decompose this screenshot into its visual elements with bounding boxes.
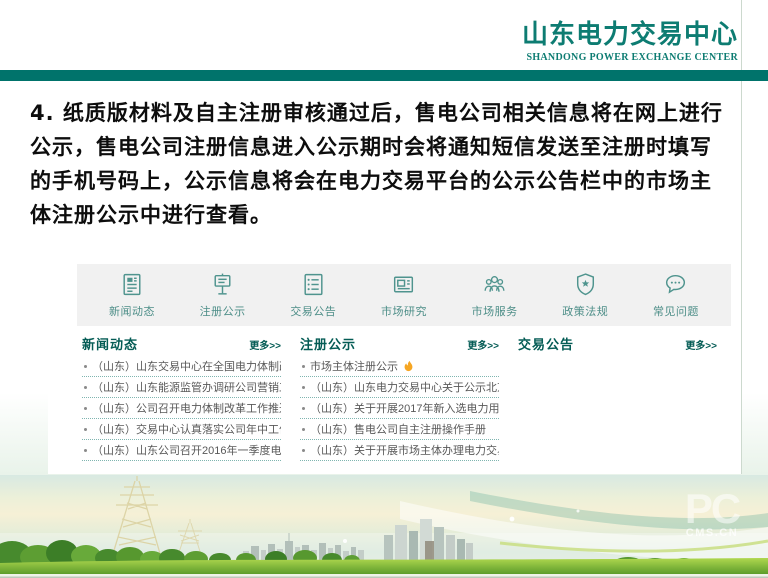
nav-item-label: 新闻动态 xyxy=(109,303,155,319)
list-item[interactable]: （山东）山东能源监管办调研公司营销工作 xyxy=(82,377,281,398)
header-divider-bar xyxy=(0,70,768,81)
list-item[interactable]: （山东）公司召开电力体制改革工作推进会 xyxy=(82,398,281,419)
column-title: 交易公告 xyxy=(518,334,574,353)
shield-star-icon xyxy=(572,271,599,298)
bullet-icon xyxy=(302,386,305,389)
placard-icon xyxy=(209,271,236,298)
paragraph-line: 4. 纸质版材料及自主注册审核通过后，售电公司相关信息将在网上进行 xyxy=(30,96,746,130)
bullet-icon xyxy=(84,386,87,389)
body-paragraph: 4. 纸质版材料及自主注册审核通过后，售电公司相关信息将在网上进行 公示，售电公… xyxy=(30,96,746,232)
paragraph-line: 体注册公示中进行查看。 xyxy=(30,198,746,232)
list-icon xyxy=(300,271,327,298)
logo-subtitle: SHANDONG POWER EXCHANGE CENTER xyxy=(522,52,738,63)
chat-dots-icon xyxy=(662,271,689,298)
bullet-icon xyxy=(302,449,305,452)
nav-item-market-research[interactable]: 市场研究 xyxy=(365,271,443,319)
footer-landscape-art: PC CMS.CN xyxy=(0,475,768,578)
portal-columns: 新闻动态 更多>> （山东）山东交易中心在全国电力体制改革座谈会上 （山东）山东… xyxy=(77,334,731,461)
nav-item-label: 政策法规 xyxy=(562,303,608,319)
flame-icon xyxy=(403,360,414,372)
column-news: 新闻动态 更多>> （山东）山东交易中心在全国电力体制改革座谈会上 （山东）山东… xyxy=(77,334,295,461)
column-trade-notice: 交易公告 更多>> xyxy=(513,334,731,461)
more-link[interactable]: 更多>> xyxy=(249,337,281,352)
bullet-icon xyxy=(302,407,305,410)
logo-title: 山东电力交易中心 xyxy=(522,20,738,50)
more-link[interactable]: 更多>> xyxy=(467,337,499,352)
bullet-icon xyxy=(84,407,87,410)
watermark-main: PC xyxy=(660,487,764,531)
newspaper-icon xyxy=(390,271,417,298)
logo: 山东电力交易中心 SHANDONG POWER EXCHANGE CENTER xyxy=(522,20,738,63)
list-item[interactable]: （山东）售电公司自主注册操作手册 xyxy=(300,419,499,440)
portal-screenshot: 新闻动态 注册公示 交易公告 xyxy=(77,264,731,461)
list-item[interactable]: （山东）山东电力交易中心关于公示北京电力交易中 xyxy=(300,377,499,398)
nav-item-label: 市场研究 xyxy=(381,303,427,319)
list-item[interactable]: （山东）山东公司召开2016年一季度电力市场交易信 xyxy=(82,440,281,461)
landscape-illustration xyxy=(0,475,768,578)
nav-item-trade-notice[interactable]: 交易公告 xyxy=(274,271,352,319)
column-title: 新闻动态 xyxy=(82,334,138,353)
column-header: 注册公示 更多>> xyxy=(300,334,499,353)
news-icon xyxy=(119,271,146,298)
more-link[interactable]: 更多>> xyxy=(685,337,717,352)
column-header: 新闻动态 更多>> xyxy=(82,334,281,353)
nav-item-label: 市场服务 xyxy=(472,303,518,319)
nav-item-label: 常见问题 xyxy=(653,303,699,319)
watermark-sub: CMS.CN xyxy=(660,527,764,539)
column-registration: 注册公示 更多>> 市场主体注册公示 （山东）山东电力交易中心关于公示北京电力交… xyxy=(295,334,513,461)
portal-nav-bar: 新闻动态 注册公示 交易公告 xyxy=(77,264,731,326)
bullet-icon xyxy=(302,365,305,368)
list-item[interactable]: （山东）关于开展市场主体办理电力交易平台CFCA xyxy=(300,440,499,461)
grass-art xyxy=(0,558,768,578)
list-item[interactable]: （山东）关于开展2017年新入选电力用户进行电力交 xyxy=(300,398,499,419)
nav-item-label: 交易公告 xyxy=(290,303,336,319)
watermark: PC CMS.CN xyxy=(660,487,764,539)
list-item[interactable]: （山东）山东交易中心在全国电力体制改革座谈会上 xyxy=(82,356,281,377)
nav-item-policy[interactable]: 政策法规 xyxy=(546,271,624,319)
list-item[interactable]: （山东）交易中心认真落实公司年中工作会议精神 xyxy=(82,419,281,440)
list-item[interactable]: 市场主体注册公示 xyxy=(300,356,499,377)
people-icon xyxy=(481,271,508,298)
paragraph-line: 的手机号码上，公示信息将会在电力交易平台的公示公告栏中的市场主 xyxy=(30,164,746,198)
nav-item-news[interactable]: 新闻动态 xyxy=(93,271,171,319)
column-title: 注册公示 xyxy=(300,334,356,353)
nav-item-faq[interactable]: 常见问题 xyxy=(637,271,715,319)
nav-item-market-service[interactable]: 市场服务 xyxy=(456,271,534,319)
bullet-icon xyxy=(84,428,87,431)
bullet-icon xyxy=(84,449,87,452)
bullet-icon xyxy=(84,365,87,368)
bullet-icon xyxy=(302,428,305,431)
nav-item-registration-notice[interactable]: 注册公示 xyxy=(184,271,262,319)
nav-item-label: 注册公示 xyxy=(200,303,246,319)
paragraph-line: 公示，售电公司注册信息进入公示期时会将通知短信发送至注册时填写 xyxy=(30,130,746,164)
column-header: 交易公告 更多>> xyxy=(518,334,717,353)
